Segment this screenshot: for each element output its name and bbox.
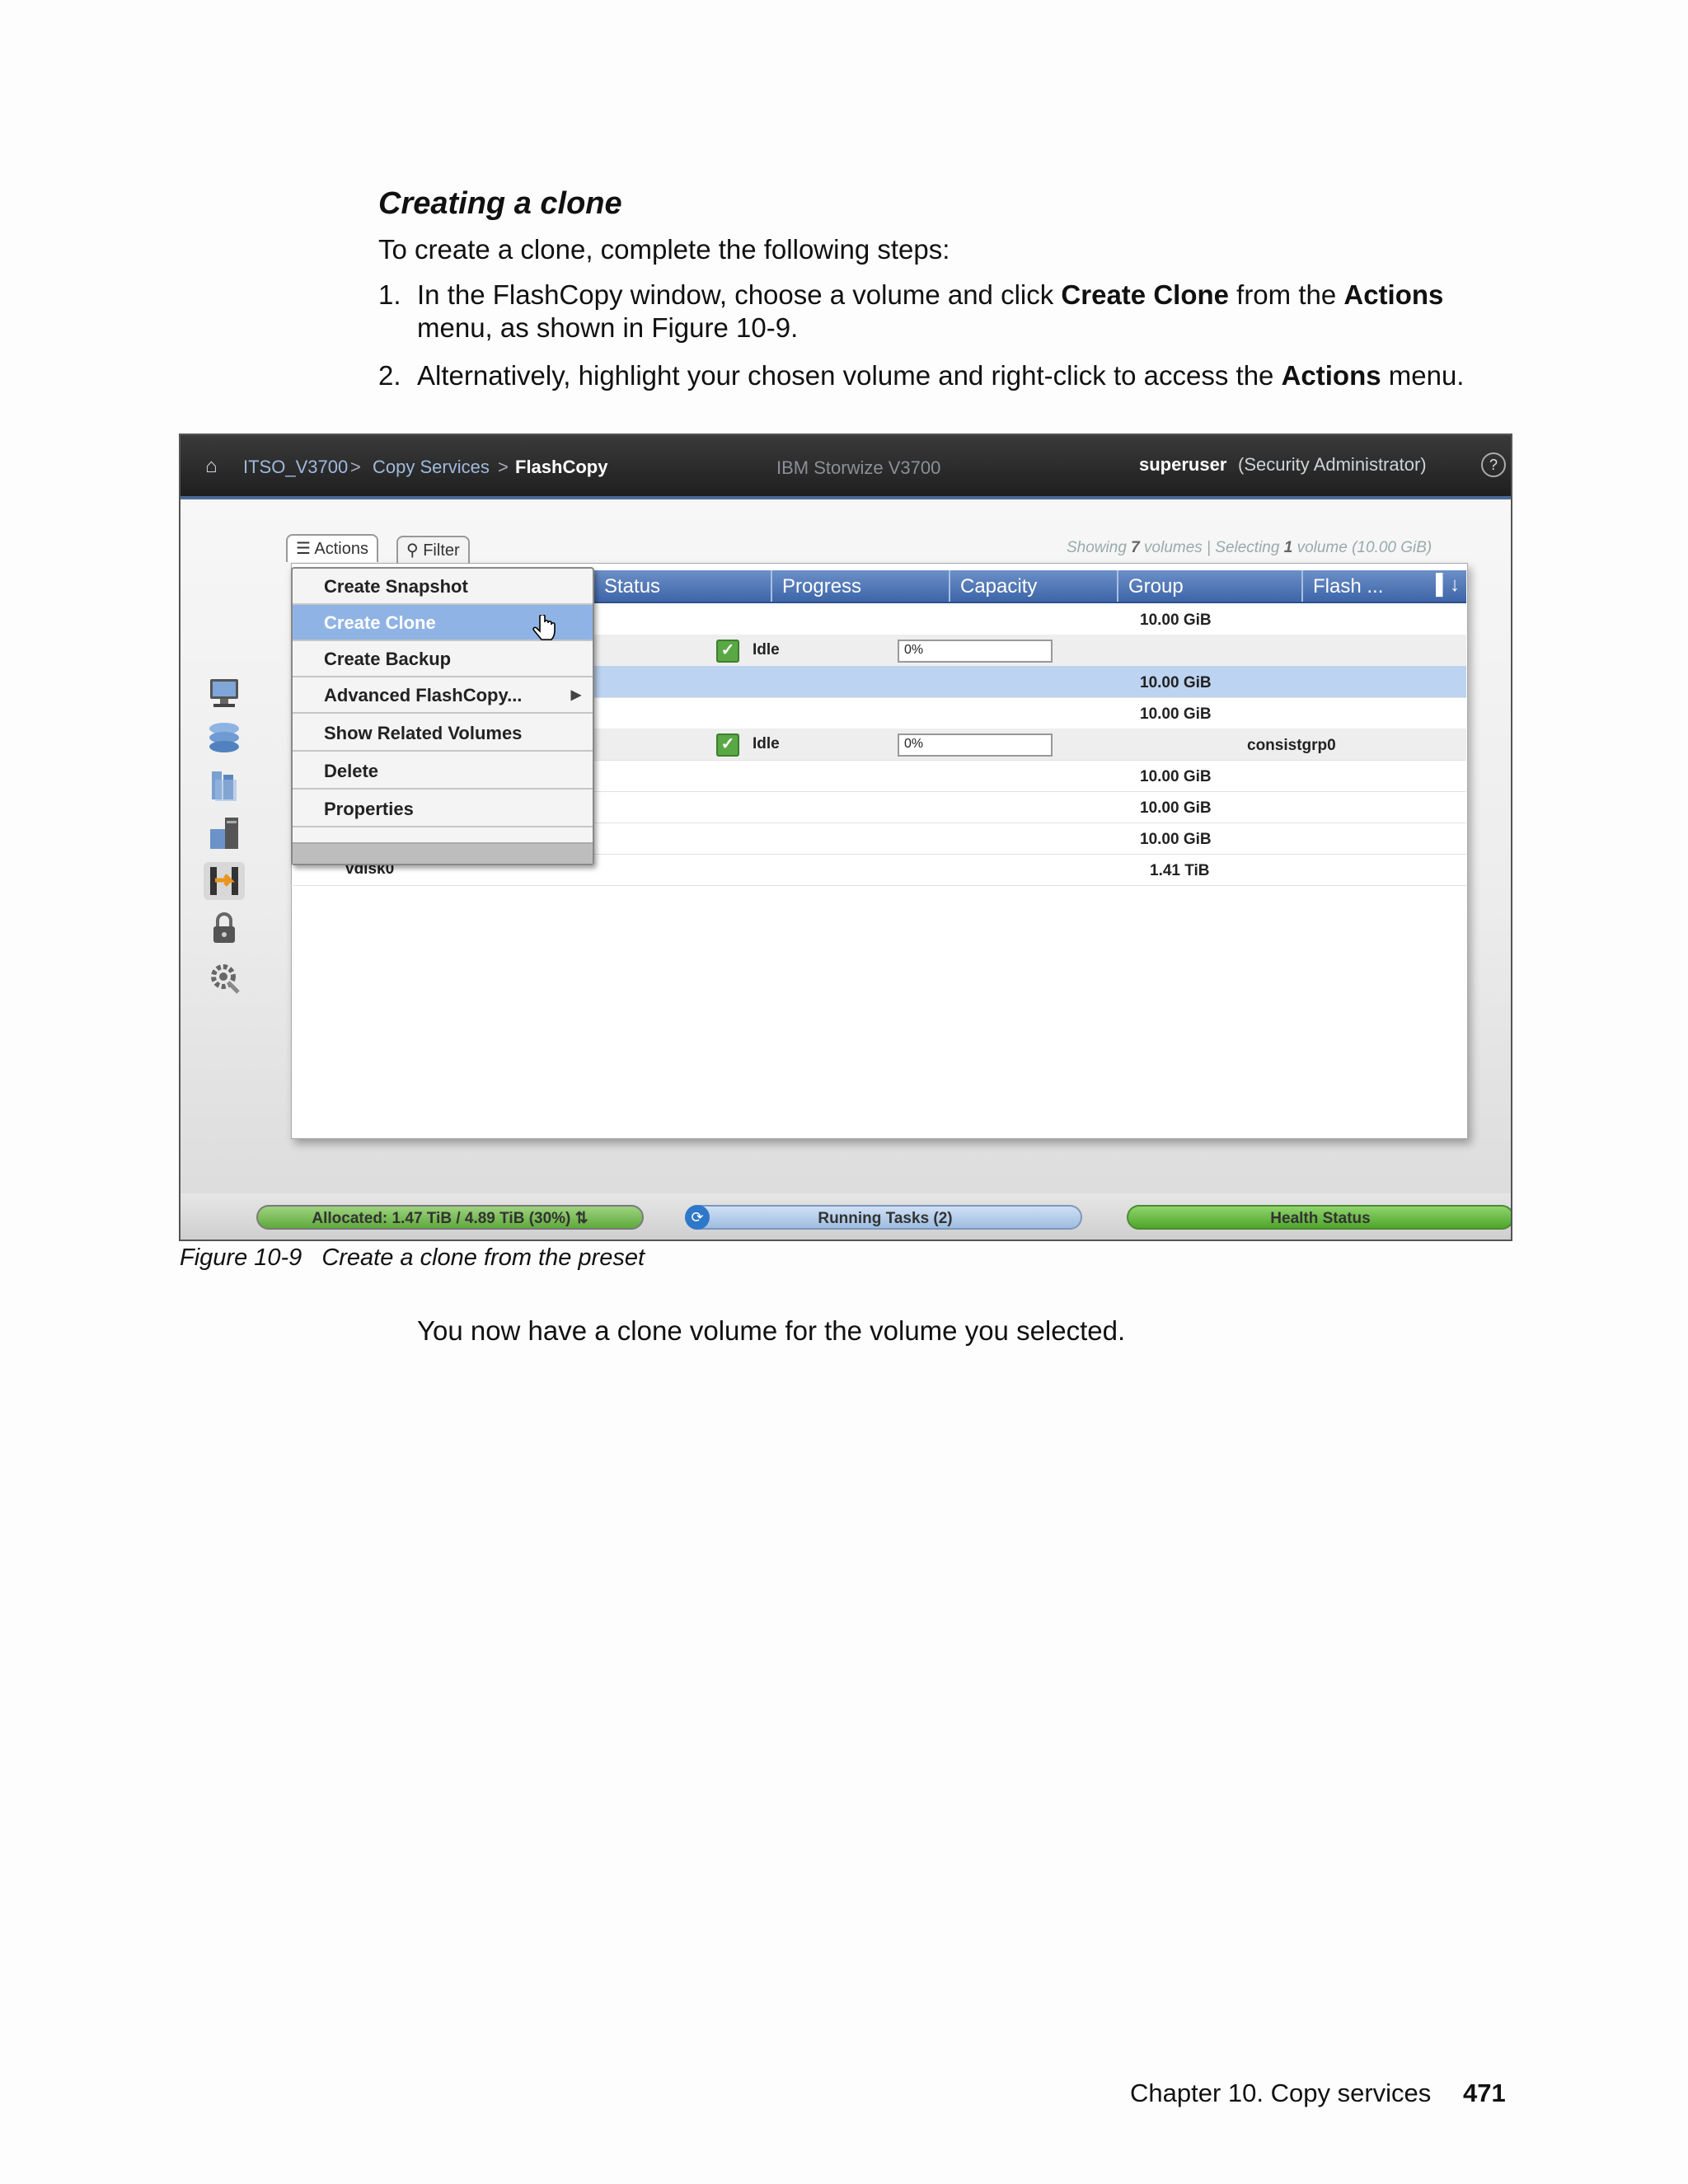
figure-caption: Figure 10-9 Create a clone from the prese… bbox=[180, 1244, 645, 1272]
running-tasks-bar[interactable]: Running Tasks (2) bbox=[688, 1205, 1082, 1230]
hand-cursor-icon bbox=[532, 615, 556, 640]
user-role: (Security Administrator) bbox=[1238, 454, 1427, 475]
filter-label: Filter bbox=[423, 541, 460, 560]
step-text: from the bbox=[1228, 279, 1344, 310]
breadcrumb-separator: > bbox=[350, 457, 361, 477]
progress-label: 0% bbox=[904, 643, 924, 657]
progress-bar: 0% bbox=[898, 733, 1053, 757]
step-bold: Actions bbox=[1343, 279, 1444, 310]
selection-summary-text: volumes | Selecting bbox=[1139, 539, 1284, 556]
selected-count: 1 bbox=[1283, 539, 1293, 556]
step-text: menu. bbox=[1381, 360, 1465, 391]
pools-icon[interactable] bbox=[204, 719, 245, 757]
step-text: In the FlashCopy window, choose a volume… bbox=[417, 279, 1062, 310]
search-icon: ⚲ bbox=[406, 541, 424, 560]
menu-item-create-snapshot[interactable]: Create Snapshot bbox=[293, 569, 593, 605]
volume-count: 7 bbox=[1131, 539, 1140, 556]
top-bar: ⌂ ITSO_V3700 > Copy Services > FlashCopy… bbox=[181, 435, 1511, 499]
submenu-arrow-icon: ▶ bbox=[570, 688, 581, 702]
section-heading: Creating a clone bbox=[378, 186, 622, 221]
selection-summary-text: Showing bbox=[1067, 539, 1132, 556]
capacity-cell: 10.00 GiB bbox=[1140, 612, 1212, 629]
step-number: 1. bbox=[378, 279, 401, 310]
help-icon[interactable]: ? bbox=[1481, 452, 1506, 477]
step-2: 2. Alternatively, highlight your chosen … bbox=[378, 359, 1499, 392]
copy-services-icon[interactable] bbox=[204, 862, 245, 900]
figure-number: Figure 10-9 bbox=[180, 1244, 302, 1271]
toggle-icon: ⇅ bbox=[574, 1210, 588, 1227]
selection-summary-text: volume (10.00 GiB) bbox=[1292, 539, 1432, 556]
step-1: 1. In the FlashCopy window, choose a vol… bbox=[378, 279, 1499, 344]
allocated-label: Allocated: 1.47 TiB / 4.89 TiB (30%) bbox=[312, 1210, 571, 1227]
step-text: Alternatively, highlight your chosen vol… bbox=[417, 360, 1282, 391]
actions-label: Actions bbox=[314, 540, 368, 558]
volumes-icon[interactable] bbox=[204, 766, 245, 804]
home-icon[interactable]: ⌂ bbox=[205, 455, 218, 478]
menu-item-show-related-volumes[interactable]: Show Related Volumes bbox=[293, 715, 593, 752]
progress-bar: 0% bbox=[898, 640, 1053, 663]
menu-item-label: Advanced FlashCopy... bbox=[324, 685, 523, 705]
page-number: 471 bbox=[1463, 2079, 1506, 2107]
flashcopy-screenshot: ⌂ ITSO_V3700 > Copy Services > FlashCopy… bbox=[179, 434, 1512, 1241]
access-icon[interactable] bbox=[204, 910, 245, 948]
group-cell: consistgrp0 bbox=[1247, 737, 1336, 754]
breadcrumb-separator: > bbox=[498, 457, 509, 477]
progress-label: 0% bbox=[904, 737, 924, 751]
monitoring-icon[interactable] bbox=[204, 674, 245, 712]
status-ok-icon: ✓ bbox=[716, 733, 739, 757]
column-status[interactable]: Status bbox=[593, 570, 771, 602]
selection-summary: Showing 7 volumes | Selecting 1 volume (… bbox=[1067, 539, 1432, 557]
step-text: menu, as shown in Figure 10-9. bbox=[417, 312, 799, 343]
intro-text: To create a clone, complete the followin… bbox=[378, 234, 950, 265]
breadcrumb-system[interactable]: ITSO_V3700 bbox=[243, 457, 348, 478]
capacity-cell: 10.00 GiB bbox=[1140, 705, 1212, 723]
menu-item-properties[interactable]: Properties bbox=[293, 791, 593, 827]
conclusion-text: You now have a clone volume for the volu… bbox=[417, 1315, 1126, 1346]
step-bold: Actions bbox=[1281, 360, 1381, 391]
hosts-icon[interactable] bbox=[204, 814, 245, 852]
actions-tab[interactable]: ☰ Actions bbox=[286, 534, 378, 562]
footer-chapter: Chapter 10. Copy services bbox=[1130, 2079, 1432, 2107]
status-ok-icon: ✓ bbox=[716, 640, 739, 663]
table-header: Status Progress Capacity Group Flash ...… bbox=[593, 570, 1466, 603]
breadcrumb-flashcopy: FlashCopy bbox=[515, 457, 608, 477]
user-name[interactable]: superuser bbox=[1139, 454, 1226, 476]
menu-item-advanced-flashcopy[interactable]: Advanced FlashCopy... ▶ bbox=[293, 677, 593, 714]
capacity-cell: 10.00 GiB bbox=[1140, 768, 1212, 785]
step-number: 2. bbox=[378, 360, 401, 391]
figure-title: Create a clone from the preset bbox=[321, 1244, 645, 1271]
filter-tab[interactable]: ⚲ Filter bbox=[396, 536, 470, 564]
health-status-bar[interactable]: Health Status bbox=[1127, 1205, 1511, 1230]
menu-item-delete[interactable]: Delete bbox=[293, 753, 593, 790]
product-name: IBM Storwize V3700 bbox=[776, 457, 941, 478]
capacity-cell: 1.41 TiB bbox=[1150, 862, 1210, 879]
column-progress[interactable]: Progress bbox=[771, 570, 949, 602]
status-cell: Idle bbox=[753, 641, 780, 658]
column-chooser-icon[interactable]: ▌↓ bbox=[1436, 574, 1460, 597]
capacity-cell: 10.00 GiB bbox=[1140, 674, 1212, 691]
menu-footer bbox=[293, 842, 593, 864]
column-capacity[interactable]: Capacity bbox=[949, 570, 1117, 602]
status-cell: Idle bbox=[753, 735, 780, 752]
refresh-icon: ⟳ bbox=[685, 1205, 710, 1230]
capacity-cell: 10.00 GiB bbox=[1140, 799, 1212, 817]
allocated-capacity-bar[interactable]: Allocated: 1.47 TiB / 4.89 TiB (30%) ⇅ bbox=[256, 1205, 644, 1230]
settings-icon[interactable] bbox=[204, 958, 245, 996]
step-bold: Create Clone bbox=[1061, 279, 1229, 310]
breadcrumb-copy-services[interactable]: Copy Services bbox=[373, 457, 490, 478]
capacity-cell: 10.00 GiB bbox=[1140, 831, 1212, 848]
actions-menu: Create Snapshot Create Clone Create Back… bbox=[291, 567, 594, 865]
list-icon: ☰ bbox=[296, 540, 315, 558]
column-group[interactable]: Group bbox=[1117, 570, 1301, 602]
